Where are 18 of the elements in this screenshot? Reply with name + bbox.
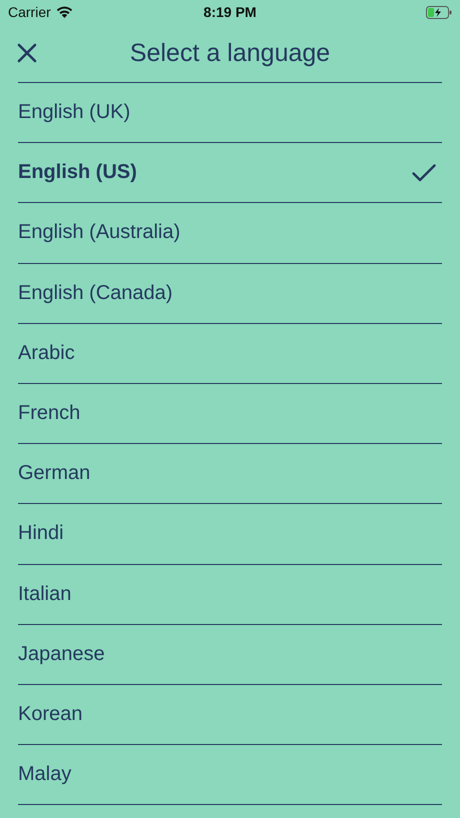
- battery-icon: [426, 6, 452, 18]
- wifi-icon: [56, 6, 73, 18]
- language-option[interactable]: German: [18, 444, 442, 504]
- status-time: 8:19 PM: [204, 4, 256, 20]
- language-option[interactable]: French: [18, 384, 442, 444]
- language-option[interactable]: Hindi: [18, 504, 442, 564]
- language-option[interactable]: English (US): [18, 143, 442, 204]
- carrier-name: Carrier: [8, 4, 51, 20]
- language-option[interactable]: Japanese: [18, 624, 442, 685]
- language-option[interactable]: English (Canada): [18, 264, 442, 324]
- checkmark-icon: [412, 164, 436, 182]
- language-option[interactable]: Korean: [18, 684, 442, 746]
- language-option[interactable]: Italian: [18, 564, 442, 625]
- language-option[interactable]: English (Australia): [18, 203, 442, 264]
- language-option[interactable]: Arabic: [18, 324, 442, 384]
- language-option[interactable]: Malay: [18, 745, 442, 806]
- screen-title: Select a language: [130, 38, 330, 68]
- language-option[interactable]: English (UK): [18, 83, 442, 144]
